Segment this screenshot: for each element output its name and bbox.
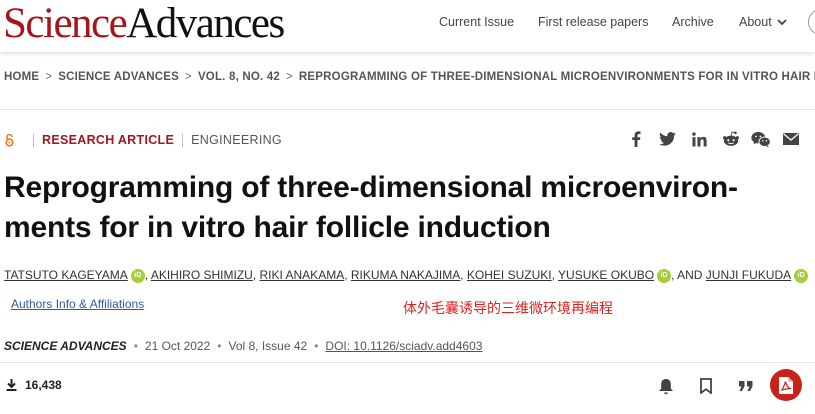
publication-meta: SCIENCE ADVANCES • 21 Oct 2022 • Vol 8, …: [4, 339, 482, 353]
orcid-icon[interactable]: iD: [657, 268, 672, 283]
breadcrumb: HOME > SCIENCE ADVANCES > VOL. 8, NO. 42 > REP…: [4, 71, 815, 87]
title-line-2: ments for in vitro hair follicle inducti…: [4, 211, 551, 244]
chinese-annotation: 体外毛囊诱导的三维微环境再编程: [403, 301, 613, 317]
authors-affiliations-link[interactable]: Authors Info & Affiliations: [11, 297, 144, 311]
breadcrumb-separator-icon: >: [286, 71, 293, 83]
doi-link[interactable]: DOI: 10.1126/sciadv.add4603: [325, 339, 482, 353]
journal-name[interactable]: SCIENCE ADVANCES: [4, 339, 127, 353]
article-title: Reprogramming of three-dimensional micro…: [4, 168, 794, 248]
nav-archive[interactable]: Archive: [672, 0, 714, 44]
separator-dot: •: [133, 339, 138, 353]
author-link[interactable]: AKIHIRO SHIMIZU: [151, 268, 253, 282]
site-logo[interactable]: ScienceAdvances: [3, 0, 285, 50]
download-icon: [6, 379, 17, 391]
breadcrumb-issue[interactable]: VOL. 8, NO. 42: [198, 71, 280, 83]
bell-icon[interactable]: [656, 376, 676, 396]
breadcrumb-journal[interactable]: SCIENCE ADVANCES: [58, 71, 179, 83]
separator: [182, 133, 184, 147]
author-link[interactable]: YUSUKE OKUBO: [558, 268, 654, 282]
bookmark-icon[interactable]: [696, 376, 716, 396]
nav-current-issue[interactable]: Current Issue: [439, 0, 514, 44]
separator-dot: •: [217, 339, 222, 353]
divider: [0, 109, 815, 110]
download-count: 16,438: [6, 378, 62, 392]
author-link[interactable]: KOHEI SUZUKI: [467, 268, 552, 282]
divider: [0, 362, 815, 363]
breadcrumb-current: REPROGRAMMING OF THREE-DIMENSIONAL MICRO…: [298, 71, 815, 83]
facebook-icon[interactable]: [626, 130, 646, 148]
reddit-icon[interactable]: [721, 130, 741, 148]
logo-advances: Advances: [126, 0, 285, 47]
pdf-icon: [779, 376, 793, 394]
orcid-icon[interactable]: iD: [130, 268, 145, 283]
nav-first-release[interactable]: First release papers: [538, 0, 648, 44]
author-link[interactable]: TATSUTO KAGEYAMA: [4, 268, 128, 282]
separator-dot: •: [314, 339, 319, 353]
author-list: TATSUTO KAGEYAMA iD, AKIHIRO SHIMIZU, RIK…: [4, 268, 809, 283]
article-type-row: RESEARCH ARTICLE ENGINEERING: [4, 131, 282, 149]
title-line-1: Reprogramming of three-dimensional micro…: [4, 171, 738, 204]
article-category[interactable]: ENGINEERING: [191, 133, 282, 147]
orcid-icon[interactable]: iD: [794, 268, 809, 283]
twitter-icon[interactable]: [657, 130, 677, 148]
linkedin-icon[interactable]: [689, 130, 709, 148]
chevron-down-icon: [777, 19, 787, 26]
breadcrumb-separator-icon: >: [45, 71, 53, 83]
search-button[interactable]: [808, 9, 815, 35]
quote-icon[interactable]: [736, 376, 756, 396]
nav-about[interactable]: About: [739, 0, 788, 44]
publication-date: 21 Oct 2022: [144, 339, 211, 353]
open-access-icon: [5, 133, 14, 147]
volume-issue[interactable]: Vol 8, Issue 42: [228, 339, 307, 353]
pdf-download-button[interactable]: [770, 369, 802, 401]
author-link[interactable]: JUNJI FUKUDA: [706, 268, 791, 282]
authors-and: AND: [677, 268, 703, 282]
site-header: ScienceAdvances Current Issue First rele…: [0, 0, 815, 52]
separator: [33, 133, 34, 147]
author-link[interactable]: RIKI ANAKAMA: [260, 268, 345, 282]
author-link[interactable]: RIKUMA NAKAJIMA: [351, 268, 460, 282]
wechat-icon[interactable]: [751, 130, 771, 148]
breadcrumb-separator-icon: >: [185, 71, 192, 83]
download-count-value: 16,438: [25, 378, 62, 392]
email-icon[interactable]: [781, 130, 801, 148]
breadcrumb-home[interactable]: HOME: [4, 71, 39, 83]
article-type: RESEARCH ARTICLE: [42, 133, 175, 147]
logo-science: Science: [3, 0, 128, 47]
